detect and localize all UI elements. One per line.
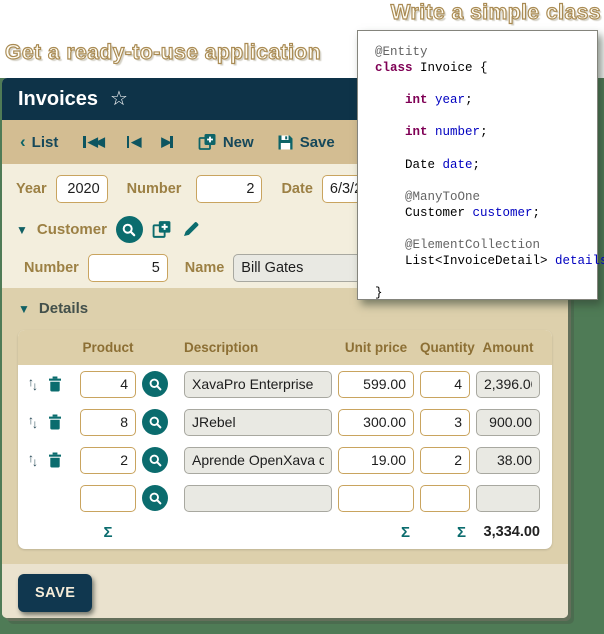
customer-search-button[interactable] <box>116 216 143 243</box>
save-icon <box>277 134 294 151</box>
amount-field <box>476 409 540 436</box>
reorder-icon[interactable]: ↑↓ <box>28 377 40 391</box>
unit-price-input[interactable] <box>338 409 414 436</box>
amount-field <box>476 447 540 474</box>
customer-section-label: Customer <box>37 221 107 238</box>
list-button[interactable]: ‹ List <box>20 132 58 152</box>
table-row: ↑↓ <box>18 365 552 403</box>
column-header-description: Description <box>184 340 332 355</box>
table-footer-row: Σ Σ Σ 3,334.00 <box>18 517 552 549</box>
number-input[interactable] <box>196 175 262 203</box>
customer-edit-button[interactable] <box>181 220 201 239</box>
description-field <box>184 371 332 398</box>
pencil-icon <box>181 220 201 239</box>
delete-row-button[interactable] <box>48 376 62 392</box>
number-label: Number <box>127 181 182 197</box>
description-field <box>184 447 332 474</box>
column-header-unit-price: Unit price <box>338 340 414 355</box>
search-icon <box>148 453 163 468</box>
details-table: Product Description Unit price Quantity … <box>18 330 552 549</box>
first-record-button[interactable]: ◀◀ <box>81 134 102 150</box>
search-icon <box>148 377 163 392</box>
column-header-amount: Amount <box>476 340 540 355</box>
table-row <box>18 479 552 517</box>
code-panel: @Entityclass Invoice { int year; int num… <box>357 30 598 300</box>
reorder-icon[interactable]: ↑↓ <box>28 453 40 467</box>
table-row: ↑↓ <box>18 403 552 441</box>
product-search-button[interactable] <box>142 485 168 511</box>
page-title: Invoices <box>18 88 98 111</box>
customer-name-field <box>233 254 373 282</box>
date-label: Date <box>281 181 312 197</box>
unit-price-input[interactable] <box>338 485 414 512</box>
headline-write-class: Write a simple class <box>391 1 601 25</box>
add-new-icon <box>152 220 172 239</box>
collapse-caret-icon: ▼ <box>16 223 28 237</box>
save-button[interactable]: SAVE <box>18 574 92 612</box>
next-record-icon: ▶ <box>161 134 175 150</box>
quantity-input[interactable] <box>420 447 470 474</box>
amount-field <box>476 485 540 512</box>
new-icon <box>198 133 217 151</box>
sum-sigma-icon: Σ <box>338 524 414 541</box>
code-lines: @Entityclass Invoice { int year; int num… <box>375 44 589 302</box>
favorite-star-icon[interactable]: ☆ <box>110 89 128 109</box>
save-toolbar-button[interactable]: Save <box>277 134 335 151</box>
table-header-row: Product Description Unit price Quantity … <box>18 330 552 365</box>
unit-price-input[interactable] <box>338 371 414 398</box>
headline-ready-app: Get a ready-to-use application <box>5 41 321 65</box>
reorder-icon[interactable]: ↑↓ <box>28 415 40 429</box>
table-row: ↑↓ <box>18 441 552 479</box>
product-search-button[interactable] <box>142 371 168 397</box>
quantity-input[interactable] <box>420 371 470 398</box>
customer-number-label: Number <box>24 260 79 276</box>
product-input[interactable] <box>80 447 136 474</box>
new-button-label: New <box>223 134 254 151</box>
list-button-label: List <box>32 134 59 151</box>
search-icon <box>121 222 137 238</box>
quantity-input[interactable] <box>420 485 470 512</box>
chevron-left-icon: ‹ <box>20 132 26 152</box>
product-search-button[interactable] <box>142 409 168 435</box>
amount-field <box>476 371 540 398</box>
column-header-product: Product <box>80 340 136 355</box>
product-input[interactable] <box>80 485 136 512</box>
product-input[interactable] <box>80 371 136 398</box>
next-record-button[interactable]: ▶ <box>161 134 175 150</box>
new-button[interactable]: New <box>198 133 254 151</box>
total-amount: 3,334.00 <box>476 524 540 540</box>
search-icon <box>148 491 163 506</box>
description-field <box>184 409 332 436</box>
details-section-header[interactable]: ▼ Details <box>18 300 552 317</box>
delete-row-button[interactable] <box>48 452 62 468</box>
first-record-icon: ◀◀ <box>81 134 102 150</box>
column-header-quantity: Quantity <box>420 340 470 355</box>
customer-add-button[interactable] <box>152 220 172 239</box>
previous-record-icon: ◀ <box>125 134 139 150</box>
details-section-label: Details <box>39 300 88 317</box>
year-input[interactable] <box>56 175 108 203</box>
delete-row-button[interactable] <box>48 414 62 430</box>
customer-number-input[interactable] <box>88 254 168 282</box>
product-input[interactable] <box>80 409 136 436</box>
quantity-input[interactable] <box>420 409 470 436</box>
product-search-button[interactable] <box>142 447 168 473</box>
year-label: Year <box>16 181 47 197</box>
description-field <box>184 485 332 512</box>
sum-sigma-icon: Σ <box>80 524 136 541</box>
search-icon <box>148 415 163 430</box>
trash-icon <box>48 414 62 430</box>
details-section: ▼ Details Product Description Unit price… <box>2 288 568 564</box>
customer-name-label: Name <box>185 260 225 276</box>
collapse-caret-icon: ▼ <box>18 302 30 316</box>
trash-icon <box>48 376 62 392</box>
previous-record-button[interactable]: ◀ <box>125 134 139 150</box>
action-bar: SAVE <box>2 564 568 618</box>
save-button-label: Save <box>300 134 335 151</box>
sum-sigma-icon: Σ <box>420 524 470 541</box>
trash-icon <box>48 452 62 468</box>
unit-price-input[interactable] <box>338 447 414 474</box>
